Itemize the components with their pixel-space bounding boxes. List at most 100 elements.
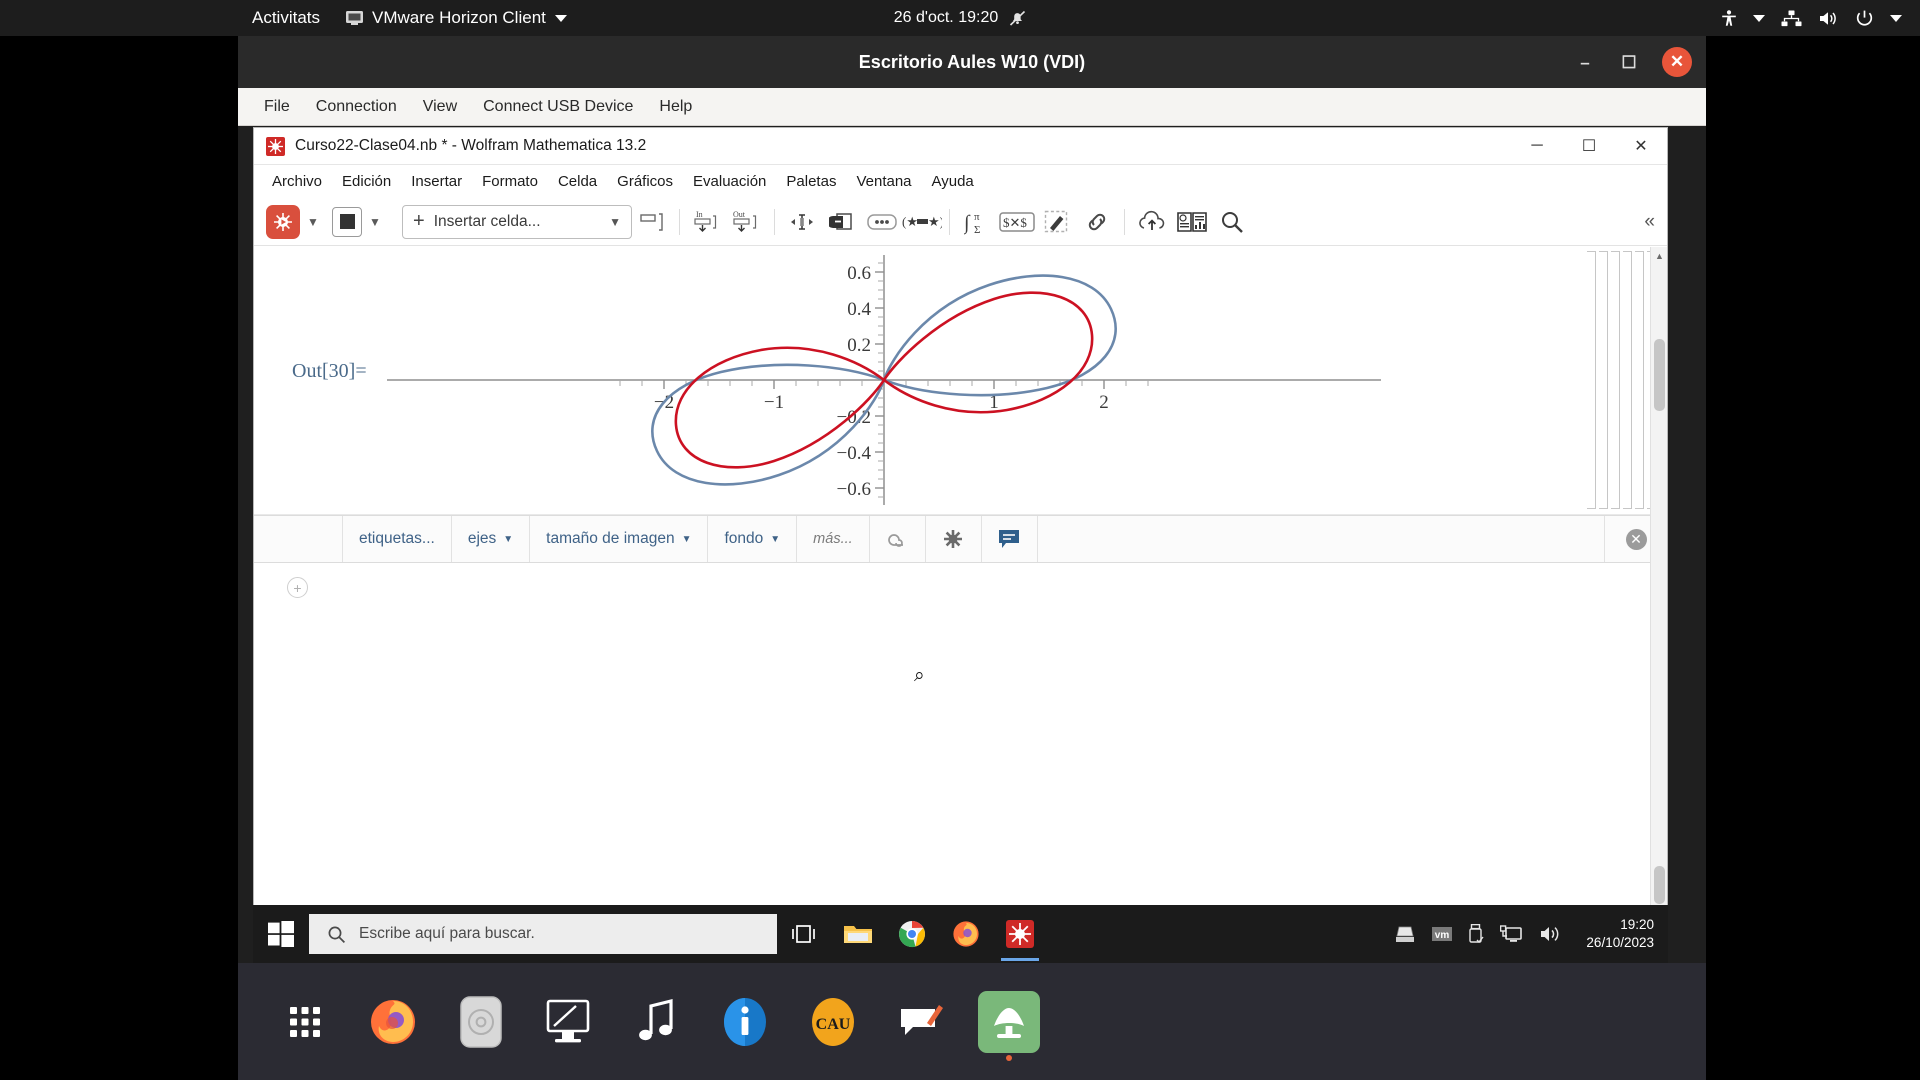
task-view-icon[interactable] — [777, 905, 831, 963]
sunburst-icon[interactable] — [926, 516, 982, 562]
notebook-area: Out[30]= −2 −1 1 2 0.6 0.4 0.2 −0.2 −0.4… — [254, 247, 1667, 926]
scanner-icon[interactable] — [1394, 924, 1416, 944]
cell-brackets[interactable] — [1587, 251, 1659, 509]
pen-annotate-icon[interactable] — [1037, 204, 1077, 240]
power-icon[interactable] — [1855, 9, 1874, 28]
collapse-toolbar-icon[interactable]: « — [1644, 211, 1659, 233]
remote-desktop-icon[interactable] — [538, 991, 600, 1053]
chevron-down-icon[interactable] — [1890, 14, 1902, 22]
accessibility-icon[interactable] — [1721, 9, 1737, 27]
svg-text:Σ: Σ — [974, 224, 980, 236]
scrollbar-thumb-secondary[interactable] — [1654, 866, 1665, 904]
vmware-title-text: Escritorio Aules W10 (VDI) — [858, 51, 1086, 72]
mathematica-taskbar-icon[interactable] — [993, 905, 1047, 963]
chevron-down-icon[interactable] — [1753, 14, 1765, 22]
new-cell-insert-button[interactable]: + — [287, 577, 308, 598]
menu-formato[interactable]: Formato — [472, 170, 548, 193]
vmware-maximize-button[interactable]: ☐ — [1618, 54, 1640, 71]
y-tick-labels: 0.6 0.4 0.2 −0.2 −0.4 −0.6 — [837, 263, 872, 500]
input-cell-icon[interactable]: In — [687, 204, 727, 240]
firefox-icon[interactable] — [939, 905, 993, 963]
volume-icon[interactable] — [1539, 924, 1563, 944]
ubuntu-dock: CAU — [238, 963, 1706, 1080]
network-icon[interactable] — [1500, 924, 1524, 944]
dollar-x-icon[interactable]: $✕$ — [997, 204, 1037, 240]
windows-time: 19:20 — [1620, 916, 1654, 932]
usb-icon[interactable] — [1468, 923, 1485, 945]
windows-search-box[interactable]: Escribe aquí para buscar. — [309, 914, 777, 954]
output-cell-icon[interactable]: Out — [727, 204, 767, 240]
mathematica-close-button[interactable]: ✕ — [1615, 128, 1667, 164]
suggestion-mas[interactable]: más... — [797, 516, 870, 562]
chevron-down-icon[interactable]: ▼ — [300, 207, 326, 237]
svg-text:−0.6: −0.6 — [837, 479, 871, 500]
mathematica-minimize-button[interactable]: ─ — [1511, 128, 1563, 164]
plus-icon: + — [413, 210, 425, 232]
vmware-menu-connect-usb[interactable]: Connect USB Device — [470, 94, 646, 120]
text-cursor-icon[interactable] — [782, 204, 822, 240]
stop-icon[interactable] — [332, 206, 362, 237]
more-options-icon[interactable] — [862, 204, 902, 240]
insert-cell-dropdown[interactable]: + Insertar celda... ▼ — [402, 204, 632, 239]
search-icon[interactable] — [1212, 204, 1252, 240]
file-explorer-icon[interactable] — [831, 905, 885, 963]
menu-ventana[interactable]: Ventana — [846, 170, 921, 193]
notebook-scrollbar[interactable]: ▲ ▼ — [1650, 247, 1667, 926]
documentation-icon[interactable] — [1172, 204, 1212, 240]
scroll-up-icon[interactable]: ▲ — [1651, 247, 1668, 264]
cloud-upload-icon[interactable] — [1132, 204, 1172, 240]
decorations-icon[interactable]: (★ ★) — [902, 204, 942, 240]
volume-icon[interactable] — [1818, 10, 1839, 27]
math-assistant-icon[interactable]: ∫ π Σ — [957, 204, 997, 240]
svg-text:(★: (★ — [902, 214, 918, 229]
menu-celda[interactable]: Celda — [548, 170, 607, 193]
firefox-icon[interactable] — [362, 991, 424, 1053]
gnome-clock[interactable]: 26 d'oct. 19:20 — [894, 9, 998, 27]
cau-icon[interactable]: CAU — [802, 991, 864, 1053]
link-icon[interactable] — [1077, 204, 1117, 240]
chrome-icon[interactable] — [885, 905, 939, 963]
cell-bracket-icon[interactable] — [632, 204, 672, 240]
menu-archivo[interactable]: Archivo — [262, 170, 332, 193]
windows-start-button[interactable] — [253, 905, 309, 963]
suggestion-tamano-de-imagen[interactable]: tamaño de imagen ▼ — [530, 516, 709, 562]
vmware-minimize-button[interactable]: – — [1574, 54, 1596, 71]
svg-text:∫: ∫ — [964, 212, 971, 235]
svg-text:$✕$: $✕$ — [1003, 215, 1027, 230]
menu-insertar[interactable]: Insertar — [401, 170, 472, 193]
mathematica-maximize-button[interactable]: ☐ — [1563, 128, 1615, 164]
scrollbar-thumb[interactable] — [1654, 339, 1665, 411]
search-icon — [328, 926, 346, 943]
suggestion-fondo[interactable]: fondo ▼ — [708, 516, 798, 562]
run-evaluate-icon[interactable] — [266, 204, 300, 239]
vmware-menu-connection[interactable]: Connection — [303, 94, 410, 120]
text-cursor-pointer: ⌕ — [914, 665, 925, 686]
windows-system-tray: vm 19:20 26/10/2023 — [1394, 916, 1668, 952]
vmware-horizon-icon[interactable] — [978, 990, 1040, 1053]
vmware-menu-help[interactable]: Help — [646, 94, 705, 120]
vmware-close-button[interactable]: ✕ — [1662, 47, 1692, 77]
feedback-icon[interactable] — [890, 991, 952, 1053]
suggestion-etiquetas[interactable]: etiquetas... — [342, 516, 452, 562]
music-icon[interactable] — [626, 991, 688, 1053]
vmware-menu-file[interactable]: File — [251, 94, 303, 120]
comment-bubble-icon[interactable] — [982, 516, 1038, 562]
spiral-undo-icon[interactable] — [870, 516, 926, 562]
menu-paletas[interactable]: Paletas — [776, 170, 846, 193]
windows-clock[interactable]: 19:20 26/10/2023 — [1578, 916, 1654, 952]
menu-evaluacion[interactable]: Evaluación — [683, 170, 776, 193]
network-icon[interactable] — [1781, 10, 1802, 27]
disc-icon[interactable] — [450, 991, 512, 1053]
menu-ayuda[interactable]: Ayuda — [922, 170, 984, 193]
suggestion-ejes[interactable]: ejes ▼ — [452, 516, 531, 562]
menu-graficos[interactable]: Gráficos — [607, 170, 683, 193]
info-icon[interactable] — [714, 991, 776, 1053]
menu-edicion[interactable]: Edición — [332, 170, 401, 193]
vmware-menu-view[interactable]: View — [410, 94, 470, 120]
vm-icon[interactable]: vm — [1431, 926, 1453, 942]
chevron-down-icon[interactable]: ▼ — [362, 207, 388, 237]
copy-cell-icon[interactable] — [822, 204, 862, 240]
plot-graphic[interactable]: −2 −1 1 2 0.6 0.4 0.2 −0.2 −0.4 −0.6 — [379, 247, 1389, 513]
show-applications-icon[interactable] — [274, 991, 336, 1053]
suggestion-label: más... — [813, 531, 853, 547]
